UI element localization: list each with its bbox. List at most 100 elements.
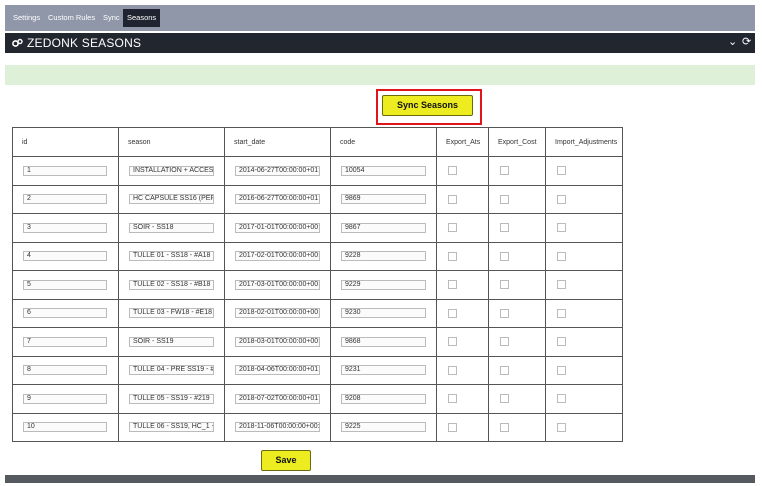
export-ats-checkbox[interactable] (448, 308, 457, 318)
export-ats-checkbox[interactable] (448, 166, 457, 176)
import-adjustments-checkbox[interactable] (557, 394, 566, 404)
export-cost-checkbox[interactable] (500, 251, 509, 261)
season-field[interactable]: INSTALLATION + ACCESS( (129, 165, 214, 176)
import-adjustments-checkbox[interactable] (557, 308, 566, 318)
code-field[interactable]: 9225 (341, 422, 426, 433)
season-field[interactable]: TULLE 02 - SS18 - #B18 (129, 279, 214, 290)
import-adjustments-checkbox[interactable] (557, 365, 566, 375)
table-cell (436, 355, 489, 385)
start-date-field[interactable]: 2018-04-06T00:00:00+01:0( (235, 365, 320, 376)
code-field[interactable]: 10054 (341, 165, 426, 176)
code-field[interactable]: 9228 (341, 251, 426, 262)
code-field[interactable]: 9231 (341, 365, 426, 376)
import-adjustments-checkbox[interactable] (557, 166, 566, 176)
export-cost-checkbox[interactable] (500, 365, 509, 375)
column-header-season: season (118, 127, 225, 157)
id-field[interactable]: 9 (23, 393, 107, 404)
table-cell (436, 384, 489, 414)
table-cell: 9867 (330, 213, 437, 243)
export-cost-checkbox[interactable] (500, 223, 509, 233)
table-cell (488, 355, 546, 385)
id-field[interactable]: 2 (23, 194, 107, 205)
export-cost-checkbox[interactable] (500, 280, 509, 290)
start-date-field[interactable]: 2017-03-01T00:00:00+00:0( (235, 279, 320, 290)
table-row: 2 HC CAPSULE SS16 (PERF 2016-06-27T00:00:0… (12, 184, 623, 214)
table-cell: TULLE 05 - SS19 - #219 (118, 384, 225, 414)
sync-seasons-button[interactable]: Sync Seasons (382, 95, 473, 116)
table-cell: SOIR - SS19 (118, 327, 225, 357)
export-ats-checkbox[interactable] (448, 422, 457, 432)
seasons-panel: Sync Seasons id season start_date code E… (5, 85, 755, 475)
season-field[interactable]: TULLE 05 - SS19 - #219 (129, 393, 214, 404)
export-cost-checkbox[interactable] (500, 422, 509, 432)
tab-settings[interactable]: Settings (9, 9, 44, 27)
export-ats-checkbox[interactable] (448, 223, 457, 233)
code-field[interactable]: 9208 (341, 393, 426, 404)
export-cost-checkbox[interactable] (500, 166, 509, 176)
tab-custom-rules[interactable]: Custom Rules (44, 9, 99, 27)
start-date-field[interactable]: 2017-01-01T00:00:00+00:0( (235, 222, 320, 233)
export-ats-checkbox[interactable] (448, 194, 457, 204)
table-cell: 6 (12, 298, 119, 328)
start-date-field[interactable]: 2018-11-06T00:00:00+00:0( (235, 422, 320, 433)
import-adjustments-checkbox[interactable] (557, 280, 566, 290)
season-field[interactable]: TULLE 04 - PRE SS19 - #1' (129, 365, 214, 376)
start-date-field[interactable]: 2014-06-27T00:00:00+01:0( (235, 165, 320, 176)
code-field[interactable]: 9230 (341, 308, 426, 319)
export-ats-checkbox[interactable] (448, 365, 457, 375)
id-field[interactable]: 7 (23, 336, 107, 347)
id-field[interactable]: 6 (23, 308, 107, 319)
start-date-field[interactable]: 2018-03-01T00:00:00+00:0( (235, 336, 320, 347)
export-cost-checkbox[interactable] (500, 194, 509, 204)
chevron-down-icon[interactable]: ⌄ (728, 35, 737, 48)
export-cost-checkbox[interactable] (500, 337, 509, 347)
season-field[interactable]: TULLE 01 - SS18 - #A18 (129, 251, 214, 262)
id-field[interactable]: 5 (23, 279, 107, 290)
table-cell: 9868 (330, 327, 437, 357)
import-adjustments-checkbox[interactable] (557, 223, 566, 233)
table-cell: 2017-03-01T00:00:00+00:0( (224, 270, 331, 300)
id-field[interactable]: 4 (23, 251, 107, 262)
export-ats-checkbox[interactable] (448, 251, 457, 261)
season-field[interactable]: TULLE 03 - FW18 - #E18 (129, 308, 214, 319)
start-date-field[interactable]: 2018-02-01T00:00:00+00:0( (235, 308, 320, 319)
export-ats-checkbox[interactable] (448, 337, 457, 347)
export-cost-checkbox[interactable] (500, 308, 509, 318)
export-ats-checkbox[interactable] (448, 280, 457, 290)
import-adjustments-checkbox[interactable] (557, 337, 566, 347)
column-header-id: id (12, 127, 119, 157)
start-date-field[interactable]: 2018-07-02T00:00:00+01:0( (235, 393, 320, 404)
refresh-icon[interactable]: ⟳ (742, 35, 751, 48)
table-cell (488, 241, 546, 271)
import-adjustments-checkbox[interactable] (557, 422, 566, 432)
tab-sync[interactable]: Sync (99, 9, 124, 27)
start-date-field[interactable]: 2016-06-27T00:00:00+01:0( (235, 194, 320, 205)
code-field[interactable]: 9869 (341, 194, 426, 205)
id-field[interactable]: 8 (23, 365, 107, 376)
tab-seasons[interactable]: Seasons (123, 9, 161, 27)
table-cell: 2018-02-01T00:00:00+00:0( (224, 298, 331, 328)
code-field[interactable]: 9868 (341, 336, 426, 347)
column-header-start-date: start_date (224, 127, 331, 157)
table-cell (436, 327, 489, 357)
import-adjustments-checkbox[interactable] (557, 194, 566, 204)
import-adjustments-checkbox[interactable] (557, 251, 566, 261)
id-field[interactable]: 3 (23, 222, 107, 233)
season-field[interactable]: SOIR - SS18 (129, 222, 214, 233)
id-field[interactable]: 10 (23, 422, 107, 433)
code-field[interactable]: 9867 (341, 222, 426, 233)
export-ats-checkbox[interactable] (448, 394, 457, 404)
season-field[interactable]: TULLE 06 - SS19, HC_1 - # (129, 422, 214, 433)
start-date-field[interactable]: 2017-02-01T00:00:00+00:0( (235, 251, 320, 262)
season-field[interactable]: SOIR - SS19 (129, 336, 214, 347)
season-field[interactable]: HC CAPSULE SS16 (PERF (129, 194, 214, 205)
table-row: 10 TULLE 06 - SS19, HC_1 - # 2018-11-06T00… (12, 412, 623, 442)
table-cell: 2018-03-01T00:00:00+00:0( (224, 327, 331, 357)
table-row: 1 INSTALLATION + ACCESS( 2014-06-27T00:00:… (12, 156, 623, 186)
table-cell: HC CAPSULE SS16 (PERF (118, 184, 225, 214)
id-field[interactable]: 1 (23, 165, 107, 176)
export-cost-checkbox[interactable] (500, 394, 509, 404)
table-cell (545, 384, 623, 414)
code-field[interactable]: 9229 (341, 279, 426, 290)
save-button[interactable]: Save (261, 450, 311, 471)
